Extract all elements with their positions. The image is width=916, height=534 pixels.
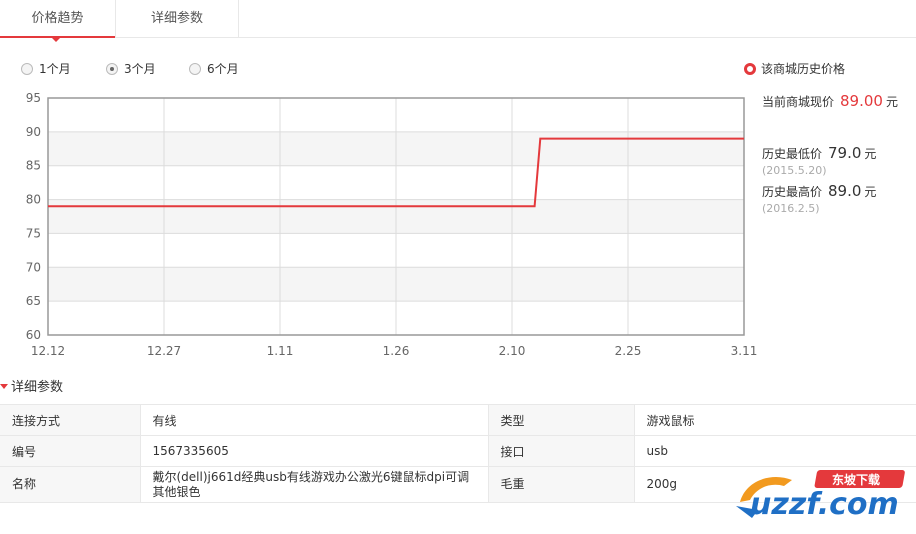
y-tick-label: 95 xyxy=(26,91,41,105)
collapse-arrow-icon[interactable] xyxy=(0,384,8,389)
legend-dot-icon xyxy=(744,63,756,75)
param-key: 毛重 xyxy=(487,466,634,503)
range-label: 3个月 xyxy=(124,62,156,76)
params-section-header[interactable]: 详细参数 xyxy=(0,376,63,400)
x-tick-label: 2.10 xyxy=(499,344,526,358)
y-tick-label: 60 xyxy=(26,328,41,342)
radio-selected-icon[interactable] xyxy=(106,63,118,75)
y-tick-label: 75 xyxy=(26,226,41,240)
param-key: 名称 xyxy=(0,466,140,503)
x-tick-label: 12.27 xyxy=(147,344,181,358)
param-value: 1567335605 xyxy=(139,435,488,467)
uzzf-watermark-logo: 东坡下载 uzzf.com xyxy=(736,470,905,522)
watermark-tag: 东坡下载 xyxy=(832,472,880,487)
x-tick-label: 12.12 xyxy=(31,344,65,358)
range-option-1-month[interactable]: 1个月 xyxy=(21,61,71,77)
lowest-price-date: (2015.5.20) xyxy=(762,164,827,177)
x-tick-label: 1.26 xyxy=(383,344,410,358)
tab-price-trend[interactable]: 价格趋势 xyxy=(0,0,115,38)
watermark-text: uzzf.com xyxy=(750,487,899,522)
currency-unit: 元 xyxy=(885,95,898,109)
y-tick-label: 90 xyxy=(26,125,41,139)
param-value: 戴尔(dell)j661d经典usb有线游戏办公激光6键鼠标dpi可调其他银色 xyxy=(139,466,488,503)
y-tick-label: 80 xyxy=(26,193,41,207)
param-value: usb xyxy=(633,435,916,467)
params-section-title: 详细参数 xyxy=(11,380,64,395)
current-price-value: 89.00 xyxy=(840,92,883,110)
y-tick-label: 65 xyxy=(26,294,41,308)
range-label: 1个月 xyxy=(39,62,71,76)
x-tick-label: 3.11 xyxy=(731,344,758,358)
param-key: 编号 xyxy=(0,435,140,467)
param-key: 接口 xyxy=(487,435,634,467)
price-trend-chart: 95 90 85 80 75 70 65 60 12.12 12.27 1.11 1.26 2.10 2.… xyxy=(26,91,758,358)
range-option-6-months[interactable]: 6个月 xyxy=(189,61,239,77)
lowest-price-label: 历史最低价 xyxy=(762,147,823,161)
table-row: 连接方式 有线 类型 游戏鼠标 xyxy=(0,404,916,436)
y-tick-label: 70 xyxy=(26,260,41,274)
tab-bar: 价格趋势 详细参数 xyxy=(0,0,916,42)
highest-price: 历史最高价 89.0 元 (2016.2.5) xyxy=(762,182,876,215)
radio-icon[interactable] xyxy=(21,63,33,75)
range-label: 6个月 xyxy=(207,62,239,76)
active-tab-caret-icon xyxy=(51,37,61,42)
currency-unit: 元 xyxy=(864,147,877,161)
param-key: 连接方式 xyxy=(0,404,140,436)
x-tick-label: 1.11 xyxy=(267,344,294,358)
chart-legend: 该商城历史价格 xyxy=(744,61,845,77)
range-option-3-months[interactable]: 3个月 xyxy=(106,61,156,77)
param-value: 游戏鼠标 xyxy=(633,404,916,436)
highest-price-value: 89.0 xyxy=(828,182,862,200)
x-tick-label: 2.25 xyxy=(615,344,642,358)
radio-icon[interactable] xyxy=(189,63,201,75)
current-price: 当前商城现价 89.00 元 xyxy=(762,92,898,110)
lowest-price: 历史最低价 79.0 元 (2015.5.20) xyxy=(762,144,876,177)
highest-price-date: (2016.2.5) xyxy=(762,202,820,215)
table-row: 编号 1567335605 接口 usb xyxy=(0,435,916,467)
y-tick-label: 85 xyxy=(26,159,41,173)
legend-label: 该商城历史价格 xyxy=(761,62,846,76)
tab-detail-params[interactable]: 详细参数 xyxy=(115,0,239,38)
current-price-label: 当前商城现价 xyxy=(762,95,835,109)
param-key: 类型 xyxy=(487,404,634,436)
currency-unit: 元 xyxy=(864,185,877,199)
highest-price-label: 历史最高价 xyxy=(762,185,823,199)
param-value: 有线 xyxy=(139,404,488,436)
lowest-price-value: 79.0 xyxy=(828,144,862,162)
